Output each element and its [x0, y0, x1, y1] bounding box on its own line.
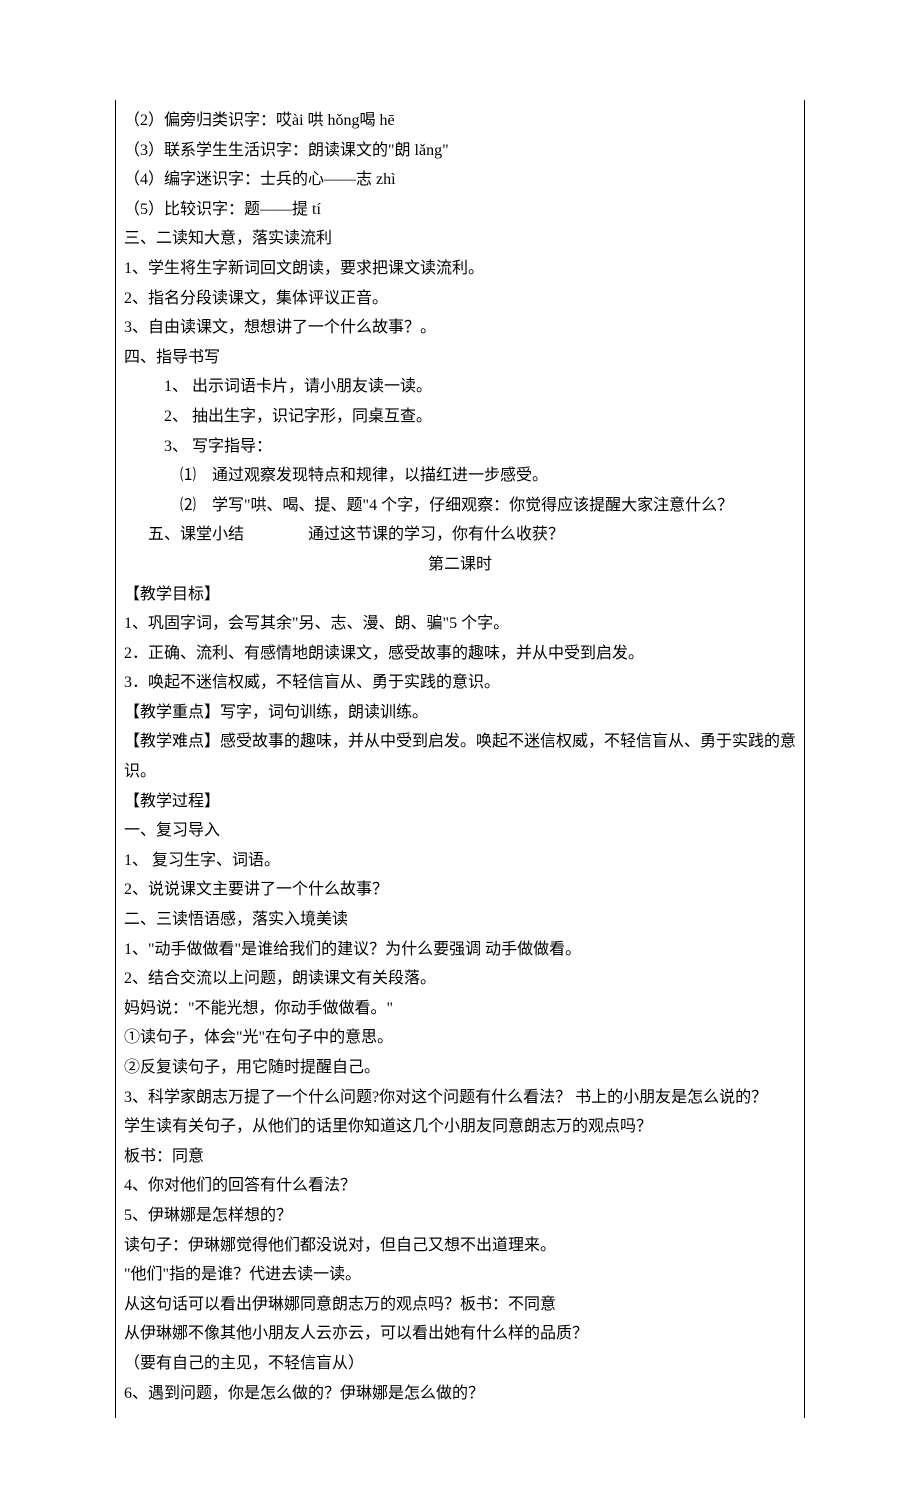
- text-line: （要有自己的主见，不轻信盲从）: [124, 1349, 796, 1379]
- text-line: ⑵ 学写"哄、喝、提、题"4 个字，仔细观察：你觉得应该提醒大家注意什么？: [124, 491, 796, 521]
- text-line: 读句子：伊琳娜觉得他们都没说对，但自己又想不出道理来。: [124, 1231, 796, 1261]
- document-body: （2）偏旁归类识字：哎ài 哄 hǒng喝 hē （3）联系学生生活识字：朗读课…: [115, 100, 805, 1418]
- text-line: 2．正确、流利、有感情地朗读课文，感受故事的趣味，并从中受到启发。: [124, 639, 796, 669]
- section-heading: 三、二读知大意，落实读流利: [124, 224, 796, 254]
- text-line: 2、 抽出生字，识记字形，同桌互查。: [124, 402, 796, 432]
- text-line: 从这句话可以看出伊琳娜同意朗志万的观点吗？板书：不同意: [124, 1290, 796, 1320]
- text-line: 2、说说课文主要讲了一个什么故事？: [124, 875, 796, 905]
- text-line: 板书：同意: [124, 1142, 796, 1172]
- text-line: 3、科学家朗志万提了一个什么问题?你对这个问题有什么看法？ 书上的小朋友是怎么说…: [124, 1083, 796, 1113]
- text-line: 学生读有关句子，从他们的话里你知道这几个小朋友同意朗志万的观点吗？: [124, 1112, 796, 1142]
- text-line: 1、 出示词语卡片，请小朋友读一读。: [124, 372, 796, 402]
- text-line: （2）偏旁归类识字：哎ài 哄 hǒng喝 hē: [124, 106, 796, 136]
- text-line: 5、伊琳娜是怎样想的？: [124, 1201, 796, 1231]
- text-line: ①读句子，体会"光"在句子中的意思。: [124, 1023, 796, 1053]
- text-line: 6、遇到问题，你是怎么做的？伊琳娜是怎么做的？: [124, 1379, 796, 1409]
- section-heading: 【教学难点】感受故事的趣味，并从中受到启发。唤起不迷信权威，不轻信盲从、勇于实践…: [124, 727, 796, 786]
- lesson-title: 第二课时: [124, 550, 796, 580]
- text-line: 3、自由读课文，想想讲了一个什么故事？。: [124, 313, 796, 343]
- text-line: 五、课堂小结 通过这节课的学习，你有什么收获？: [124, 520, 796, 550]
- text-line: 1、学生将生字新词回文朗读，要求把课文读流利。: [124, 254, 796, 284]
- section-heading: 【教学过程】: [124, 787, 796, 817]
- text-line: ⑴ 通过观察发现特点和规律，以描红进一步感受。: [124, 461, 796, 491]
- section-heading: 二、三读悟语感，落实入境美读: [124, 905, 796, 935]
- text-line: 2、指名分段读课文，集体评议正音。: [124, 284, 796, 314]
- text-line: 从伊琳娜不像其他小朋友人云亦云，可以看出她有什么样的品质？: [124, 1319, 796, 1349]
- text-line: 妈妈说："不能光想，你动手做做看。": [124, 994, 796, 1024]
- text-line: （4）编字迷识字：士兵的心——志 zhì: [124, 165, 796, 195]
- section-heading: 一、复习导入: [124, 816, 796, 846]
- text-line: （5）比较识字：题——提 tí: [124, 195, 796, 225]
- section-heading: 四、指导书写: [124, 343, 796, 373]
- section-heading: 【教学重点】写字，词句训练，朗读训练。: [124, 698, 796, 728]
- text-line: "他们"指的是谁？代进去读一读。: [124, 1260, 796, 1290]
- text-line: 3、 写字指导：: [124, 432, 796, 462]
- text-line: 2、结合交流以上问题，朗读课文有关段落。: [124, 964, 796, 994]
- text-line: 1、 复习生字、词语。: [124, 846, 796, 876]
- text-line: （3）联系学生生活识字：朗读课文的"朗 lǎng": [124, 136, 796, 166]
- text-line: 3．唤起不迷信权威，不轻信盲从、勇于实践的意识。: [124, 668, 796, 698]
- text-line: 4、你对他们的回答有什么看法？: [124, 1171, 796, 1201]
- text-line: ②反复读句子，用它随时提醒自己。: [124, 1053, 796, 1083]
- text-line: 1、巩固字词，会写其余"另、志、漫、朗、骗"5 个字。: [124, 609, 796, 639]
- text-line: 1、"动手做做看"是谁给我们的建议？为什么要强调 动手做做看。: [124, 935, 796, 965]
- section-heading: 【教学目标】: [124, 580, 796, 610]
